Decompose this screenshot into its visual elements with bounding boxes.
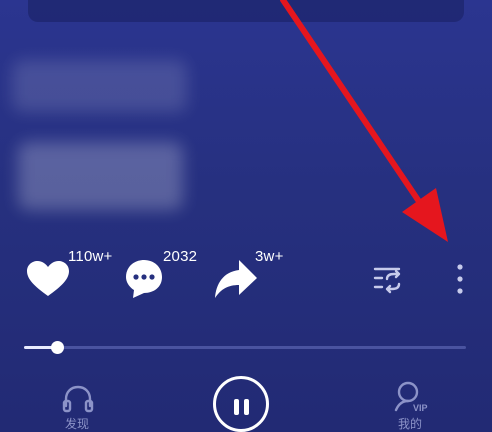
pause-icon bbox=[244, 399, 249, 415]
nav-mine[interactable]: VIP bbox=[392, 380, 434, 414]
more-vertical-icon bbox=[457, 264, 463, 294]
comment-count: 2032 bbox=[163, 248, 198, 265]
progress-track[interactable] bbox=[24, 346, 466, 349]
like-count: 110w+ bbox=[68, 248, 113, 265]
share-button[interactable] bbox=[213, 258, 259, 300]
blurred-text-line bbox=[18, 142, 183, 210]
svg-text:VIP: VIP bbox=[413, 403, 428, 413]
top-card bbox=[28, 0, 464, 22]
nav-mine-label: 我的 bbox=[398, 417, 423, 431]
heart-icon bbox=[27, 261, 69, 296]
comment-icon bbox=[126, 260, 162, 298]
playlist-loop-icon bbox=[373, 267, 401, 294]
progress-knob[interactable] bbox=[51, 341, 64, 354]
pause-icon bbox=[234, 399, 239, 415]
nav-discover[interactable] bbox=[60, 384, 96, 414]
blurred-text-line bbox=[12, 60, 187, 112]
comment-button[interactable] bbox=[124, 258, 164, 300]
like-button[interactable] bbox=[26, 260, 70, 298]
more-options-button[interactable] bbox=[450, 262, 470, 296]
share-count: 3w+ bbox=[255, 248, 284, 265]
user-vip-icon: VIP bbox=[394, 381, 428, 413]
headphones-icon bbox=[62, 385, 94, 413]
share-arrow-icon bbox=[215, 260, 257, 298]
play-mode-button[interactable] bbox=[372, 264, 404, 294]
nav-discover-label: 发现 bbox=[65, 417, 90, 431]
pause-button[interactable] bbox=[213, 376, 269, 432]
